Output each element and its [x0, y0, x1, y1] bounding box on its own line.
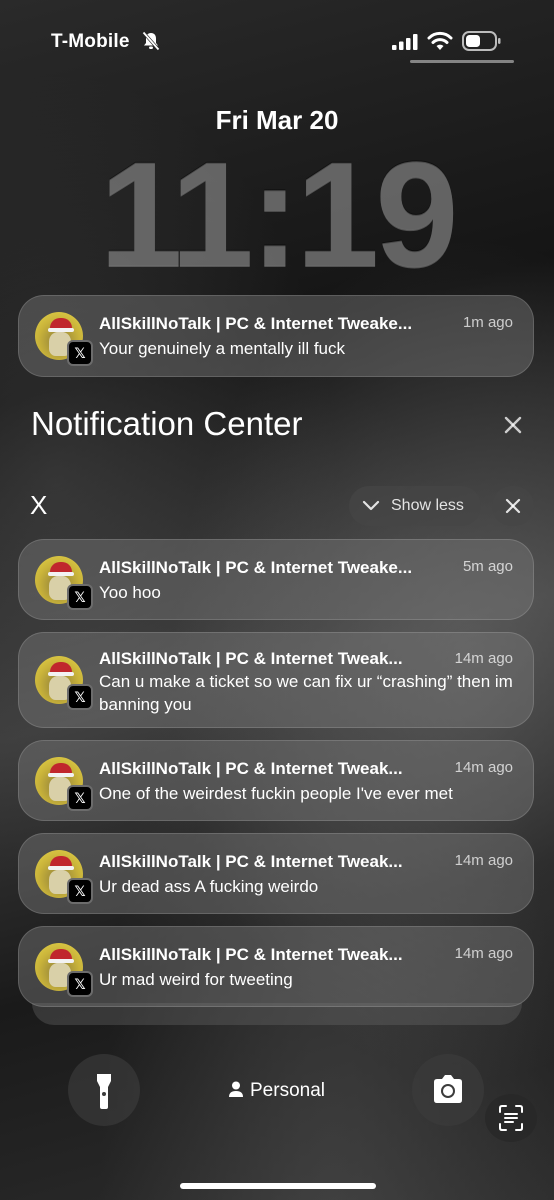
notification-title: AllSkillNoTalk | PC & Internet Tweake... — [99, 314, 413, 333]
cellular-signal-icon — [392, 34, 418, 50]
status-bar: T-Mobile — [0, 0, 554, 70]
x-app-icon: 𝕏 — [67, 584, 93, 610]
notification-time: 14m ago — [454, 650, 513, 667]
x-app-icon: 𝕏 — [67, 684, 93, 710]
notification-body: Ur dead ass A fucking weirdo — [99, 877, 319, 896]
notification-card[interactable]: 𝕏 AllSkillNoTalk | PC & Internet Tweak..… — [18, 833, 534, 914]
x-app-icon: 𝕏 — [67, 340, 93, 366]
camera-button[interactable] — [412, 1054, 484, 1126]
show-less-button[interactable]: Show less — [349, 486, 481, 526]
wifi-icon — [427, 31, 453, 50]
notification-time: 1m ago — [462, 314, 513, 331]
live-text-button[interactable] — [485, 1094, 537, 1142]
clear-group-button[interactable] — [492, 486, 534, 526]
notification-title: AllSkillNoTalk | PC & Internet Tweak... — [99, 852, 403, 871]
notification-title: AllSkillNoTalk | PC & Internet Tweake... — [99, 558, 413, 577]
notification-body: Ur mad weird for tweeting — [99, 970, 293, 989]
notification-time: 14m ago — [454, 759, 513, 776]
camera-icon — [434, 1075, 462, 1103]
bell-slash-icon — [142, 31, 160, 51]
notification-group-label: X — [30, 490, 48, 520]
x-app-icon: 𝕏 — [67, 971, 93, 997]
notification-title: AllSkillNoTalk | PC & Internet Tweak... — [99, 649, 403, 668]
flashlight-icon — [97, 1074, 111, 1109]
notification-card[interactable]: 𝕏 AllSkillNoTalk | PC & Internet Tweake.… — [18, 295, 534, 377]
notification-card[interactable]: 𝕏 AllSkillNoTalk | PC & Internet Tweak..… — [18, 926, 534, 1007]
lock-screen-time: 11:19 — [99, 130, 458, 298]
show-less-label: Show less — [391, 497, 464, 514]
notification-body: Can u make a ticket so we can fix ur “cr… — [99, 672, 513, 714]
flashlight-button[interactable] — [68, 1054, 140, 1126]
chevron-down-icon — [362, 500, 380, 511]
battery-icon — [462, 31, 501, 51]
home-indicator[interactable] — [180, 1183, 376, 1189]
notification-card[interactable]: 𝕏 AllSkillNoTalk | PC & Internet Tweake.… — [18, 539, 534, 620]
focus-mode-indicator[interactable]: Personal — [228, 1080, 325, 1102]
close-icon — [505, 498, 521, 514]
notification-time: 14m ago — [454, 852, 513, 869]
status-indicator-line — [410, 60, 514, 63]
notification-title: AllSkillNoTalk | PC & Internet Tweak... — [99, 759, 403, 778]
notification-body: Your genuinely a mentally ill fuck — [99, 339, 346, 358]
close-icon[interactable] — [500, 412, 526, 438]
notification-card[interactable]: 𝕏 AllSkillNoTalk | PC & Internet Tweak..… — [18, 632, 534, 728]
notification-time: 14m ago — [454, 945, 513, 962]
focus-mode-label: Personal — [250, 1080, 325, 1101]
notification-center-title: Notification Center — [31, 405, 303, 442]
x-app-icon: 𝕏 — [67, 878, 93, 904]
text-scan-icon — [499, 1105, 523, 1131]
notification-card[interactable]: 𝕏 AllSkillNoTalk | PC & Internet Tweak..… — [18, 740, 534, 821]
notification-time: 5m ago — [462, 558, 513, 575]
notification-body: One of the weirdest fuckin people I've e… — [99, 784, 453, 803]
notification-title: AllSkillNoTalk | PC & Internet Tweak... — [99, 945, 403, 964]
x-app-icon: 𝕏 — [67, 785, 93, 811]
person-icon — [229, 1081, 243, 1097]
notification-body: Yoo hoo — [99, 583, 161, 602]
carrier-name: T-Mobile — [51, 31, 130, 52]
